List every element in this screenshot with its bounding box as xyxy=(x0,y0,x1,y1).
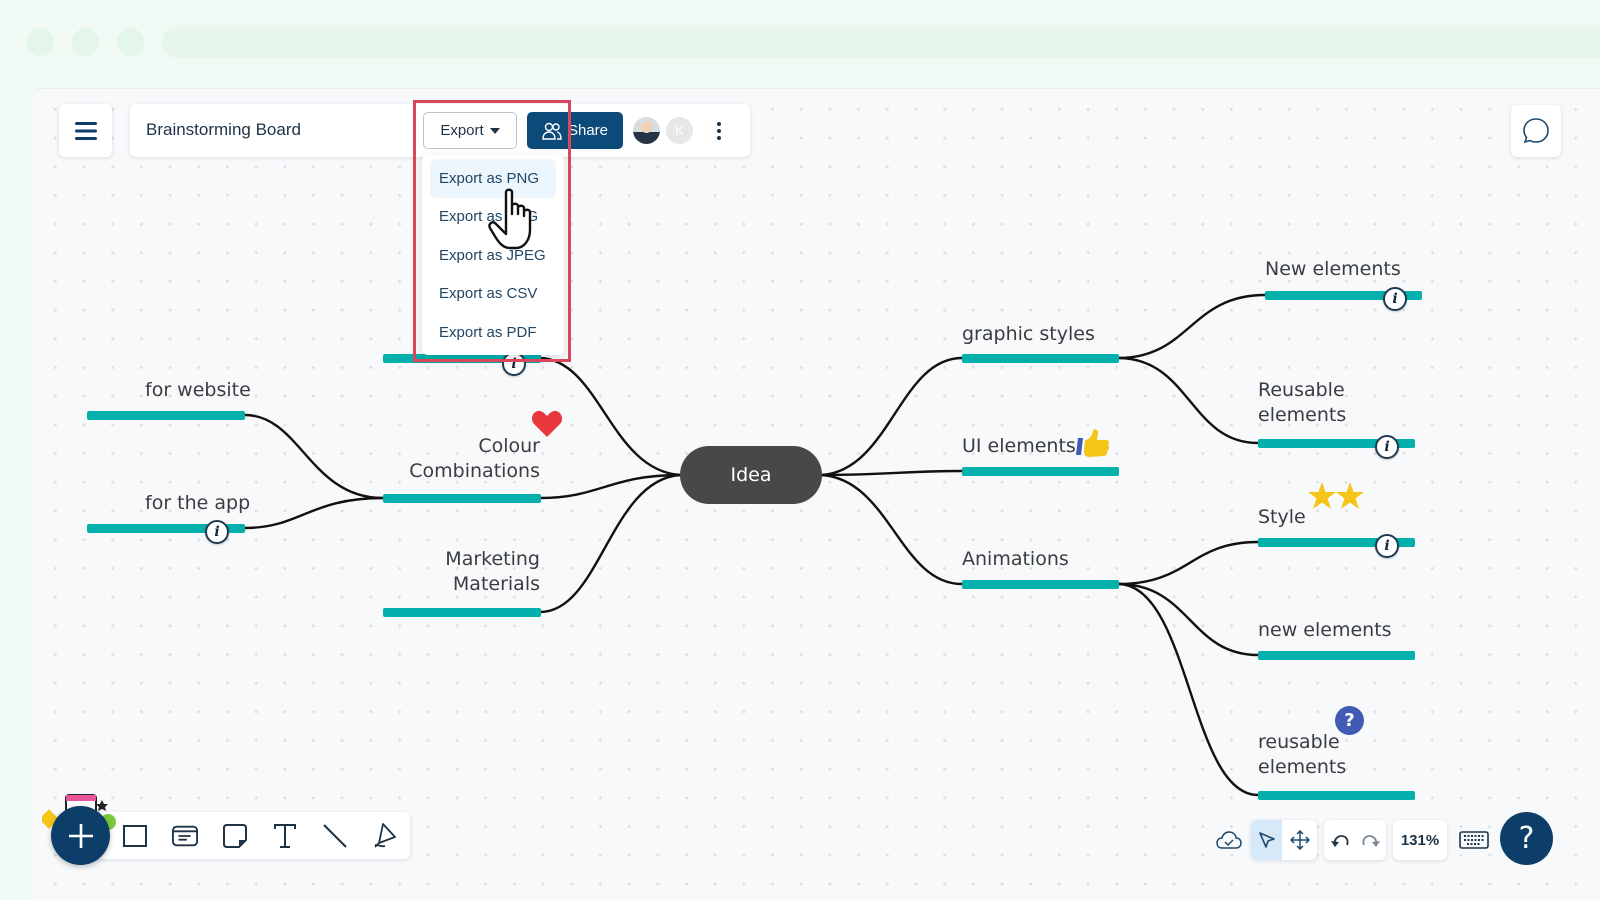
node-label-marketing-materials: Marketing Materials xyxy=(445,548,540,595)
window-dot xyxy=(27,28,54,56)
dot xyxy=(717,128,721,133)
export-png-option[interactable]: Export as PNG xyxy=(430,159,556,198)
move-arrows-icon xyxy=(1289,830,1310,850)
info-icon[interactable]: i xyxy=(205,520,229,544)
select-mode-button[interactable] xyxy=(1251,820,1282,860)
info-icon[interactable]: i xyxy=(1375,435,1399,459)
text-icon xyxy=(274,823,296,848)
node-label-graphic-styles: graphic styles xyxy=(962,323,1095,345)
zoom-level-value: 131% xyxy=(1400,831,1440,849)
node-bar-graphic-styles[interactable] xyxy=(962,354,1119,363)
window-dot xyxy=(117,28,144,56)
pan-mode-button[interactable] xyxy=(1282,820,1317,860)
export-svg-option[interactable]: Export as SVG xyxy=(430,198,556,237)
export-dropdown-menu: Export as PNG Export as SVG Export as JP… xyxy=(422,155,564,355)
plus-icon xyxy=(68,823,93,848)
heart-icon xyxy=(531,410,563,437)
sticky-note-icon xyxy=(223,823,247,848)
keyboard-icon xyxy=(1459,831,1489,849)
export-jpeg-option[interactable]: Export as JPEG xyxy=(430,236,556,275)
more-options-button[interactable] xyxy=(710,117,728,144)
node-bar-new-elements-2[interactable] xyxy=(1258,651,1415,660)
avatar-user-initial[interactable]: K xyxy=(666,117,693,144)
share-button[interactable]: Share xyxy=(527,112,623,149)
info-icon[interactable]: i xyxy=(502,352,526,376)
node-label-style: Style xyxy=(1258,506,1306,528)
caret-down-icon xyxy=(489,127,500,134)
comment-icon xyxy=(1523,118,1549,144)
help-button[interactable]: ? xyxy=(1500,812,1553,865)
card-tool[interactable] xyxy=(172,823,198,849)
export-button[interactable]: Export xyxy=(423,112,517,149)
hamburger-icon xyxy=(74,121,97,140)
thumbs-up-icon xyxy=(1076,429,1110,457)
undo-icon[interactable] xyxy=(1330,832,1350,848)
sticky-note-tool[interactable] xyxy=(222,823,248,849)
node-label-animations: Animations xyxy=(962,548,1069,570)
info-icon[interactable]: i xyxy=(1375,534,1399,558)
node-label-for-the-app: for the app xyxy=(145,492,251,514)
node-label-colour-combinations: Colour Combinations xyxy=(409,435,540,482)
text-tool[interactable] xyxy=(272,823,298,849)
card-icon xyxy=(172,825,198,846)
export-csv-option[interactable]: Export as CSV xyxy=(430,275,556,314)
shape-toolbar xyxy=(92,812,410,859)
node-bar-animations[interactable] xyxy=(962,580,1119,589)
board-header: Brainstorming Board Export Share K xyxy=(130,104,750,157)
cloud-sync-status xyxy=(1212,820,1246,860)
node-label-reusable-elements-2: reusable elements xyxy=(1258,731,1347,778)
dot xyxy=(717,135,721,140)
node-bar-marketing-materials[interactable] xyxy=(383,608,541,617)
pointer-arrow-icon xyxy=(1258,832,1275,848)
redo-icon[interactable] xyxy=(1361,832,1381,848)
node-bar-reusable-elements-2[interactable] xyxy=(1258,791,1415,800)
share-label: Share xyxy=(567,122,609,139)
line-tool[interactable] xyxy=(322,823,348,849)
line-icon xyxy=(323,823,347,848)
add-button[interactable] xyxy=(51,806,110,865)
export-label: Export xyxy=(440,122,484,139)
node-label-new-elements-2: new elements xyxy=(1258,619,1392,641)
two-stars-icon xyxy=(1308,482,1364,509)
window-dot xyxy=(72,28,99,56)
question-icon: ? xyxy=(1335,706,1364,735)
node-label-ui-elements: UI elements xyxy=(962,435,1076,457)
node-label-reusable-elements-1: Reusable elements xyxy=(1258,379,1347,426)
menu-button[interactable] xyxy=(59,104,112,157)
info-icon[interactable]: i xyxy=(1383,287,1407,311)
node-label-new-elements: New elements xyxy=(1265,258,1401,280)
export-pdf-option[interactable]: Export as PDF xyxy=(430,313,556,352)
browser-chrome xyxy=(0,0,1600,88)
cloud-check-icon xyxy=(1216,831,1242,849)
node-label-for-website: for website xyxy=(145,379,251,401)
rectangle-tool[interactable] xyxy=(122,823,148,849)
dot xyxy=(717,121,721,126)
pen-icon xyxy=(374,822,396,848)
comments-button[interactable] xyxy=(1511,105,1561,157)
address-bar[interactable] xyxy=(162,27,1600,58)
root-node[interactable]: Idea xyxy=(680,446,822,504)
node-bar-for-website[interactable] xyxy=(87,411,245,420)
rectangle-icon xyxy=(123,824,147,847)
users-icon xyxy=(542,122,562,140)
keyboard-shortcuts-button[interactable] xyxy=(1458,820,1490,860)
avatar-user-photo[interactable] xyxy=(633,117,660,144)
interaction-mode-group xyxy=(1251,820,1317,860)
pen-tool[interactable] xyxy=(372,822,398,849)
history-group xyxy=(1324,820,1386,860)
node-bar-colour-combinations[interactable] xyxy=(383,494,541,503)
node-bar-ui-elements[interactable] xyxy=(962,467,1119,476)
board-title[interactable]: Brainstorming Board xyxy=(146,120,301,140)
zoom-level-button[interactable]: 131% xyxy=(1393,820,1447,860)
